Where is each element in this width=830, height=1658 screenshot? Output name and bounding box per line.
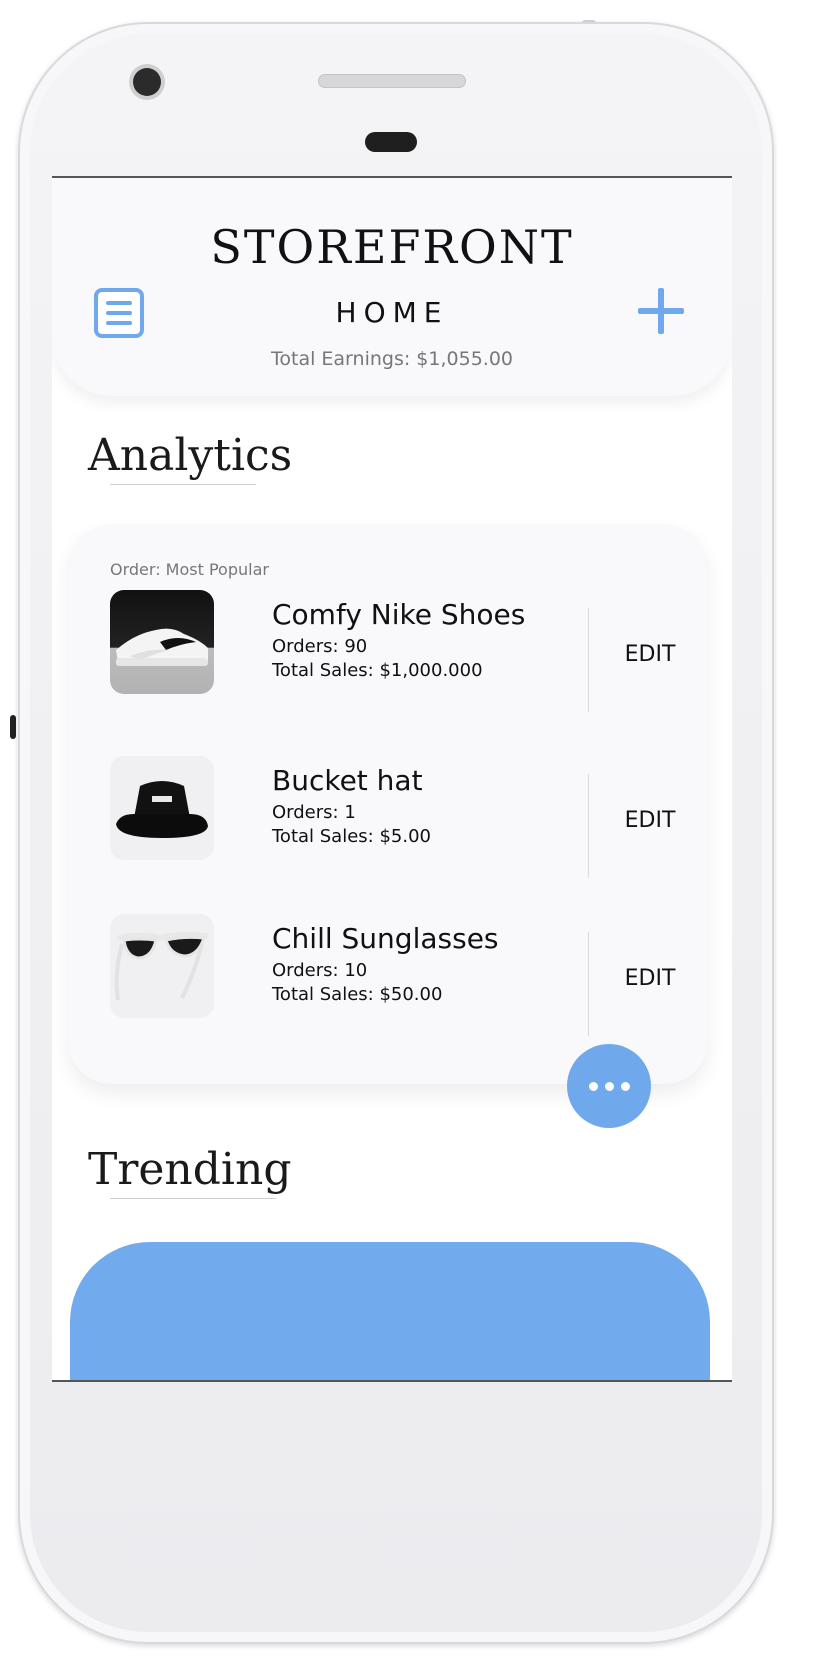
- edit-button[interactable]: EDIT: [608, 808, 692, 833]
- proximity-sensor: [365, 132, 417, 152]
- add-button[interactable]: [636, 286, 686, 336]
- app-header: STOREFRONT HOME Total Earnings: $1,055.0…: [52, 178, 732, 396]
- product-row: Chill Sunglasses Orders: 10 Total Sales:…: [68, 914, 708, 1036]
- sunglasses-icon: [114, 931, 209, 1001]
- trending-underline: [110, 1198, 276, 1199]
- analytics-card: Order: Most Popular Comfy Nike Shoes Ord…: [68, 524, 708, 1084]
- product-orders: Orders: 90: [272, 636, 368, 657]
- product-row: Bucket hat Orders: 1 Total Sales: $5.00 …: [68, 756, 708, 878]
- page-title: HOME: [335, 296, 449, 329]
- product-row: Comfy Nike Shoes Orders: 90 Total Sales:…: [68, 590, 708, 712]
- total-earnings: Total Earnings: $1,055.00: [271, 348, 513, 370]
- edit-button[interactable]: EDIT: [608, 642, 692, 667]
- earpiece-speaker: [318, 74, 466, 88]
- more-dot-icon: [605, 1082, 614, 1091]
- product-name: Chill Sunglasses: [272, 922, 499, 955]
- trending-heading: Trending: [88, 1144, 292, 1195]
- trending-card[interactable]: [70, 1242, 710, 1380]
- order-label: Order: Most Popular: [110, 560, 269, 579]
- bucket-hat-icon: [116, 781, 208, 838]
- side-key-left: [10, 715, 16, 739]
- row-divider: [588, 608, 589, 712]
- more-dot-icon: [621, 1082, 630, 1091]
- more-options-button[interactable]: [567, 1044, 651, 1128]
- product-name: Comfy Nike Shoes: [272, 598, 526, 631]
- product-sales: Total Sales: $1,000.000: [272, 660, 483, 681]
- row-divider: [588, 774, 589, 878]
- sneaker-icon: [116, 628, 208, 666]
- sunglasses-image: [110, 914, 214, 1018]
- app-screen: STOREFRONT HOME Total Earnings: $1,055.0…: [52, 176, 732, 1382]
- more-dot-icon: [589, 1082, 598, 1091]
- product-sales: Total Sales: $5.00: [272, 826, 431, 847]
- sneaker-image: [110, 590, 214, 694]
- analytics-heading: Analytics: [88, 430, 293, 481]
- bucket-hat-image: [110, 756, 214, 860]
- edit-button[interactable]: EDIT: [608, 966, 692, 991]
- row-divider: [588, 932, 589, 1036]
- product-sales: Total Sales: $50.00: [272, 984, 443, 1005]
- product-name: Bucket hat: [272, 764, 423, 797]
- product-orders: Orders: 1: [272, 802, 356, 823]
- analytics-underline: [110, 484, 256, 485]
- front-camera: [133, 68, 161, 96]
- product-orders: Orders: 10: [272, 960, 368, 981]
- brand-title: STOREFRONT: [210, 220, 574, 274]
